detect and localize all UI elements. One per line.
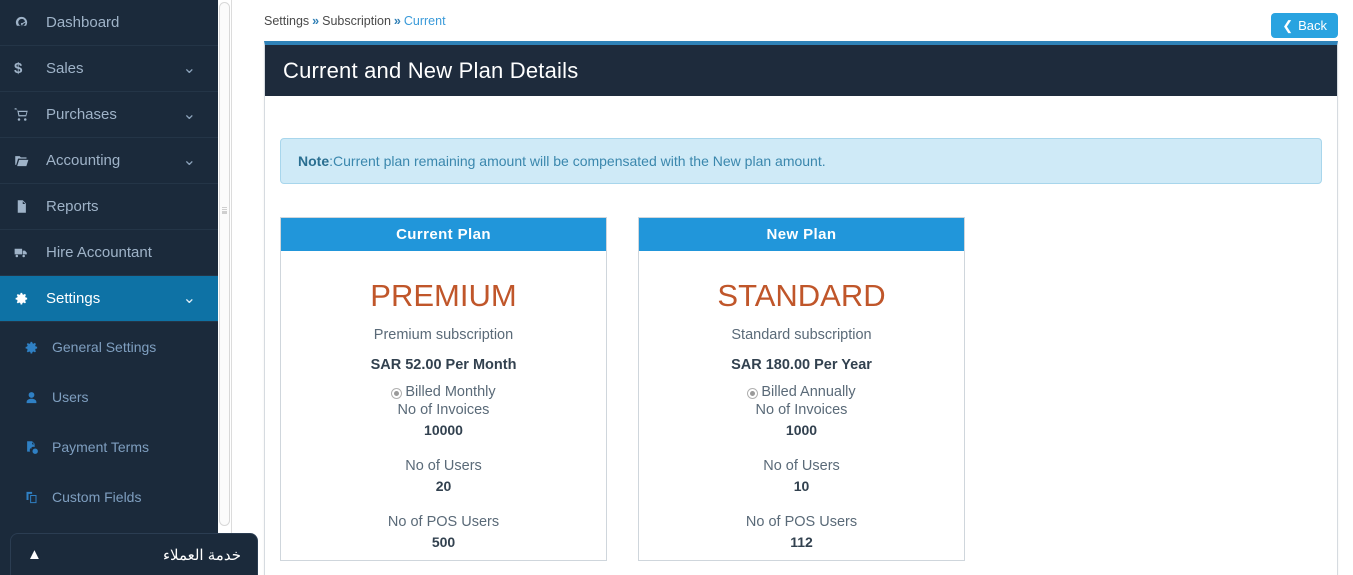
breadcrumb-separator: » [393, 14, 401, 28]
breadcrumb-separator: » [312, 14, 320, 28]
chevron-down-icon: ⌄ [182, 105, 196, 123]
plan-feature-label: No of POS Users [745, 514, 858, 531]
sidebar-item-accounting[interactable]: Accounting ⌄ [0, 138, 218, 184]
sidebar-item-label: Purchases [46, 106, 117, 123]
back-button-label: Back [1298, 18, 1327, 33]
chevron-down-icon: ⌄ [182, 59, 196, 77]
customer-service-chat-widget[interactable]: ▲ خدمة العملاء [10, 533, 258, 575]
main-content: Settings» Subscription» Current ❮ Back Cur… [233, 0, 1353, 575]
plan-details-panel: Current and New Plan Details Note:Curren… [264, 41, 1338, 575]
plan-name: STANDARD [717, 278, 886, 313]
sidebar-item-purchases[interactable]: Purchases ⌄ [0, 92, 218, 138]
plan-card: New Plan STANDARD Standard subscription SAR… [638, 217, 965, 562]
payment-terms-icon [24, 440, 48, 455]
breadcrumb-item-subscription[interactable]: Subscription [322, 14, 391, 28]
shopping-cart-icon [14, 107, 40, 122]
plan-feature-label: No of Users [763, 458, 840, 475]
sidebar-item-sales[interactable]: $ Sales ⌄ [0, 46, 218, 92]
gear-icon [24, 340, 48, 355]
plan-feature-label: No of POS Users [387, 514, 500, 531]
folder-open-icon [14, 153, 40, 168]
note-label: Note [298, 153, 330, 169]
sidebar-item-reports[interactable]: Reports [0, 184, 218, 230]
sidebar-item-label: Settings [46, 290, 101, 307]
plan-feature: No of Users 10 [649, 458, 954, 494]
radio-button-icon[interactable] [391, 387, 403, 399]
dollar-icon: $ [14, 60, 23, 77]
plan-feature-value: 20 [435, 478, 452, 495]
radio-button-icon[interactable] [747, 387, 759, 399]
breadcrumb: Settings» Subscription» Current [264, 14, 446, 28]
sidebar-item-label: Accounting [46, 152, 121, 169]
chevron-down-icon: ⌄ [182, 151, 196, 169]
plan-billing-option[interactable]: Billed Annually [649, 384, 954, 400]
sidebar-subitem-custom-fields[interactable]: Custom Fields [0, 472, 218, 522]
sidebar-scrollbar-grip [222, 207, 227, 214]
sidebar-item-label: Hire Accountant [46, 244, 152, 261]
sidebar-subitem-users[interactable]: Users [0, 372, 218, 422]
sidebar-item-dashboard[interactable]: Dashboard [0, 0, 218, 46]
file-text-icon [14, 199, 40, 214]
plan-feature-label: No of Users [405, 458, 482, 475]
plan-card: Current Plan PREMIUM Premium subscription S… [280, 217, 607, 562]
plan-feature: No of Invoices 1000 [649, 402, 954, 438]
plan-card-body: STANDARD Standard subscription SAR 180.00 … [639, 251, 964, 560]
plan-feature-label: No of Invoices [397, 402, 490, 419]
plan-feature: No of POS Users 112 [649, 514, 954, 550]
sidebar-subitem-label: Users [52, 389, 89, 405]
plan-feature-value: 10 [793, 478, 810, 495]
note-banner: Note:Current plan remaining amount will … [280, 138, 1322, 184]
plan-cards-row: Current Plan PREMIUM Premium subscription S… [280, 217, 1322, 562]
chevron-up-icon: ▲ [27, 546, 42, 563]
sidebar-item-settings[interactable]: Settings ⌄ [0, 276, 218, 322]
sidebar-subitem-label: General Settings [52, 339, 157, 355]
breadcrumb-item-current[interactable]: Current [404, 14, 446, 28]
plan-feature-value: 10000 [424, 422, 463, 439]
panel-body: Note:Current plan remaining amount will … [265, 96, 1337, 562]
back-button[interactable]: ❮ Back [1271, 13, 1338, 38]
plan-card-body: PREMIUM Premium subscription SAR 52.00 Per… [281, 251, 606, 560]
gear-icon [14, 291, 40, 306]
plan-feature-label: No of Invoices [755, 402, 848, 419]
plan-description: Standard subscription [731, 327, 872, 344]
breadcrumb-item-settings[interactable]: Settings [264, 14, 309, 28]
sidebar-item-hire-accountant[interactable]: Hire Accountant [0, 230, 218, 276]
chat-widget-title: خدمة العملاء [162, 546, 241, 564]
plan-feature-value: 500 [431, 534, 456, 551]
plan-description: Premium subscription [373, 327, 514, 344]
plan-card-header: New Plan [639, 218, 964, 251]
sidebar-item-label: Reports [46, 198, 99, 215]
plan-billing-option[interactable]: Billed Monthly [291, 384, 596, 400]
sidebar-nav-list: Dashboard $ Sales ⌄ Purchases ⌄ Accounting ⌄ Rep… [0, 0, 218, 322]
plan-feature-value: 112 [790, 534, 813, 551]
plan-feature: No of Invoices 10000 [291, 402, 596, 438]
plan-price: SAR 180.00 Per Year [731, 357, 872, 374]
plan-card-header: Current Plan [281, 218, 606, 251]
plan-billing-label: Billed Annually [761, 384, 856, 401]
plan-name: PREMIUM [370, 278, 517, 313]
page-title: Current and New Plan Details [283, 57, 579, 83]
plan-feature: No of Users 20 [291, 458, 596, 494]
note-text: :Current plan remaining amount will be c… [329, 153, 826, 169]
sidebar-subitem-payment-terms[interactable]: Payment Terms [0, 422, 218, 472]
chevron-down-icon: ⌄ [182, 289, 196, 307]
app-root: Dashboard $ Sales ⌄ Purchases ⌄ Accounting ⌄ Rep… [0, 0, 1353, 575]
plan-feature-value: 1000 [785, 422, 818, 439]
sidebar-scrollbar-thumb[interactable] [219, 2, 230, 526]
panel-header: Current and New Plan Details [265, 45, 1337, 96]
sidebar-subitem-general-settings[interactable]: General Settings [0, 322, 218, 372]
sidebar-item-label: Sales [46, 60, 84, 77]
plan-billing-label: Billed Monthly [405, 384, 496, 401]
truck-icon [14, 245, 40, 260]
plan-price: SAR 52.00 Per Month [370, 357, 517, 374]
dashboard-icon [14, 15, 40, 30]
arrow-left-icon: ❮ [1282, 17, 1294, 33]
sidebar-subitem-label: Payment Terms [52, 439, 149, 455]
sidebar-item-label: Dashboard [46, 14, 120, 31]
sidebar: Dashboard $ Sales ⌄ Purchases ⌄ Accounting ⌄ Rep… [0, 0, 218, 575]
custom-fields-icon [24, 490, 48, 505]
plan-feature: No of POS Users 500 [291, 514, 596, 550]
sidebar-subitem-label: Custom Fields [52, 489, 142, 505]
user-icon [24, 390, 48, 405]
